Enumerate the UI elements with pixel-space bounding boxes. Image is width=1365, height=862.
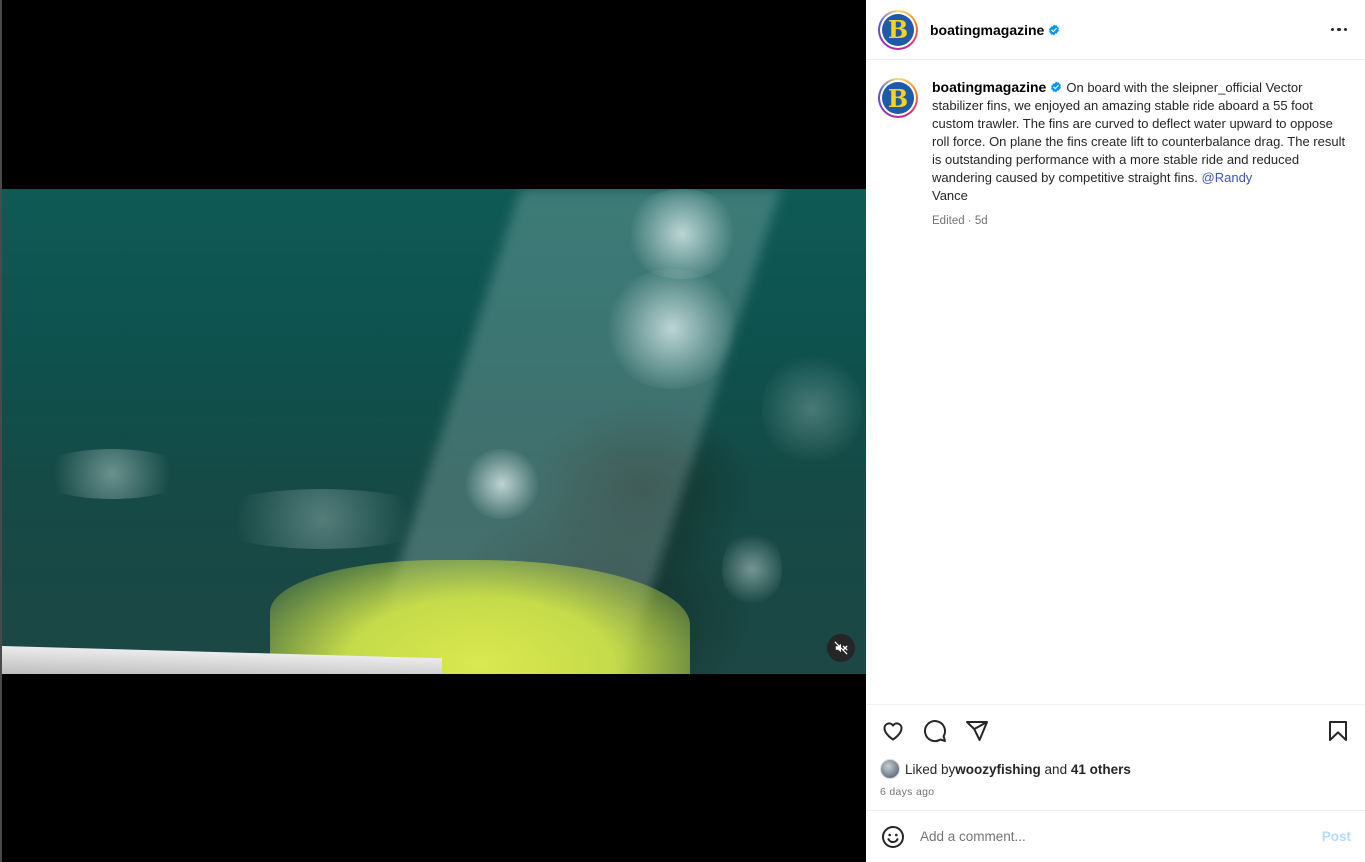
- post-modal: B boatingmagazine B boatingmagazine On b…: [0, 0, 1365, 862]
- mention-link[interactable]: @Randy: [1202, 170, 1253, 185]
- water-foam: [602, 269, 742, 389]
- boating-logo-icon: B: [882, 13, 914, 46]
- comment-input[interactable]: [920, 829, 1322, 844]
- more-options-icon: [1330, 27, 1348, 32]
- post-comments-area: B boatingmagazine On board with the sleip…: [866, 60, 1365, 704]
- bookmark-icon: [1329, 721, 1347, 741]
- header-username[interactable]: boatingmagazine: [930, 22, 1044, 38]
- liked-by-others[interactable]: 41 others: [1071, 762, 1131, 777]
- profile-avatar[interactable]: B: [878, 9, 918, 50]
- comment-button[interactable]: [922, 718, 948, 744]
- water-foam: [622, 189, 742, 279]
- water-foam: [762, 349, 862, 469]
- save-button[interactable]: [1325, 718, 1351, 744]
- post-date[interactable]: 6 days ago: [880, 786, 1351, 798]
- caption-avatar[interactable]: B: [878, 78, 918, 118]
- comment-box: Post: [866, 810, 1365, 862]
- emoji-icon: [882, 825, 904, 848]
- liked-by-prefix: Liked by: [905, 761, 956, 777]
- liker-avatar[interactable]: [880, 759, 900, 779]
- media-pane: [0, 0, 866, 862]
- boating-logo-icon: B: [882, 82, 914, 114]
- water-foam: [202, 489, 442, 549]
- likes-summary: Liked by woozyfishing and 41 others: [880, 759, 1351, 779]
- comment-icon: [924, 720, 947, 743]
- water-foam: [32, 449, 192, 499]
- water-foam: [722, 529, 782, 609]
- heart-icon: [883, 722, 903, 741]
- send-icon: [966, 721, 988, 741]
- verified-badge-icon: [1049, 24, 1060, 35]
- water-foam: [462, 449, 542, 519]
- like-button[interactable]: [880, 718, 906, 744]
- post-comment-button[interactable]: Post: [1322, 829, 1351, 844]
- liker-username[interactable]: woozyfishing: [955, 762, 1041, 777]
- caption-text: boatingmagazine On board with the sleipne…: [932, 78, 1351, 205]
- post-video[interactable]: [2, 189, 866, 674]
- post-actions: Liked by woozyfishing and 41 others 6 da…: [866, 704, 1365, 798]
- caption-username[interactable]: boatingmagazine: [932, 79, 1046, 95]
- post-header: B boatingmagazine: [866, 0, 1365, 60]
- post-side-panel: B boatingmagazine B boatingmagazine On b…: [866, 0, 1365, 862]
- avatar-ring: B: [880, 80, 916, 116]
- mute-button[interactable]: [827, 634, 855, 662]
- edited-meta: Edited · 5d: [932, 215, 988, 227]
- caption: B boatingmagazine On board with the sleip…: [878, 78, 1351, 227]
- caption-tail: Vance: [932, 188, 968, 203]
- action-icons: [880, 717, 1351, 745]
- liked-by-and: and: [1040, 761, 1071, 777]
- share-button[interactable]: [964, 718, 990, 744]
- more-options-button[interactable]: [1327, 18, 1351, 42]
- verified-badge-icon: [1051, 81, 1062, 93]
- caption-body: On board with the sleipner_official Vect…: [932, 80, 1346, 185]
- volume-off-icon: [834, 641, 848, 655]
- avatar-ring: B: [880, 11, 916, 48]
- emoji-button[interactable]: [880, 824, 906, 850]
